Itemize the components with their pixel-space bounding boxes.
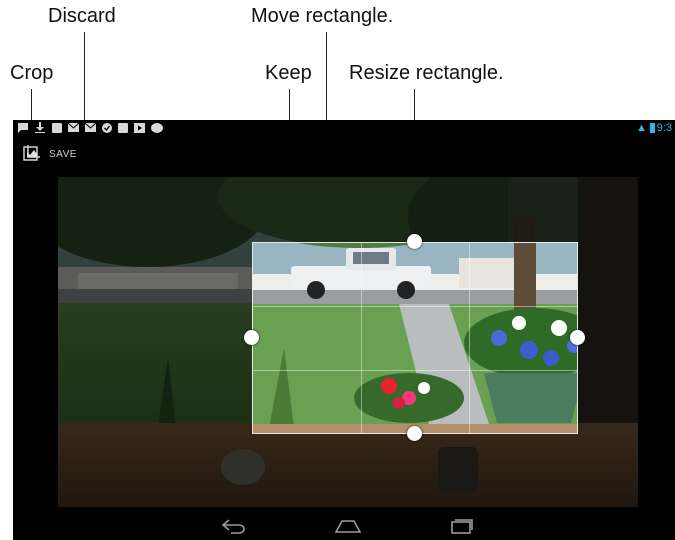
resize-handle-right[interactable] (570, 330, 585, 345)
resize-handle-top[interactable] (407, 234, 422, 249)
grid-line (253, 369, 577, 371)
callout-crop: Crop (10, 62, 54, 84)
callout-resize-rectangle: Resize rectangle. (349, 62, 504, 84)
tablet-screen: ▲ 9:3 SAVE (13, 120, 675, 540)
crop-preview-image (253, 243, 577, 433)
back-icon[interactable] (221, 518, 247, 534)
save-button[interactable]: SAVE (49, 149, 77, 160)
notification-icon (18, 123, 28, 133)
calendar-icon (118, 123, 128, 133)
callout-keep: Keep (265, 62, 312, 84)
grid-line (253, 306, 577, 308)
wifi-icon: ▲ (636, 122, 647, 134)
callout-discard: Discard (48, 5, 116, 27)
crop-icon[interactable] (23, 144, 41, 162)
grid-line (468, 243, 470, 433)
mail-icon (68, 123, 79, 132)
download-icon (35, 122, 45, 133)
resize-handle-bottom[interactable] (407, 426, 422, 441)
facebook-icon (52, 123, 62, 133)
recent-apps-icon[interactable] (450, 516, 474, 534)
navigation-bar (13, 512, 675, 540)
photo-canvas (58, 177, 638, 507)
callout-move-rectangle: Move rectangle. (251, 5, 394, 27)
home-icon[interactable] (334, 518, 362, 534)
grid-line (360, 243, 362, 433)
mail-icon (85, 123, 96, 132)
status-time: 9:3 (656, 122, 672, 134)
crop-rectangle[interactable] (252, 242, 578, 434)
battery-icon (650, 123, 655, 133)
play-icon (134, 123, 145, 133)
action-bar: SAVE (13, 140, 675, 170)
status-bar: ▲ 9:3 (13, 120, 675, 138)
game-icon (151, 123, 163, 133)
resize-handle-left[interactable] (244, 330, 259, 345)
check-icon (102, 123, 112, 133)
